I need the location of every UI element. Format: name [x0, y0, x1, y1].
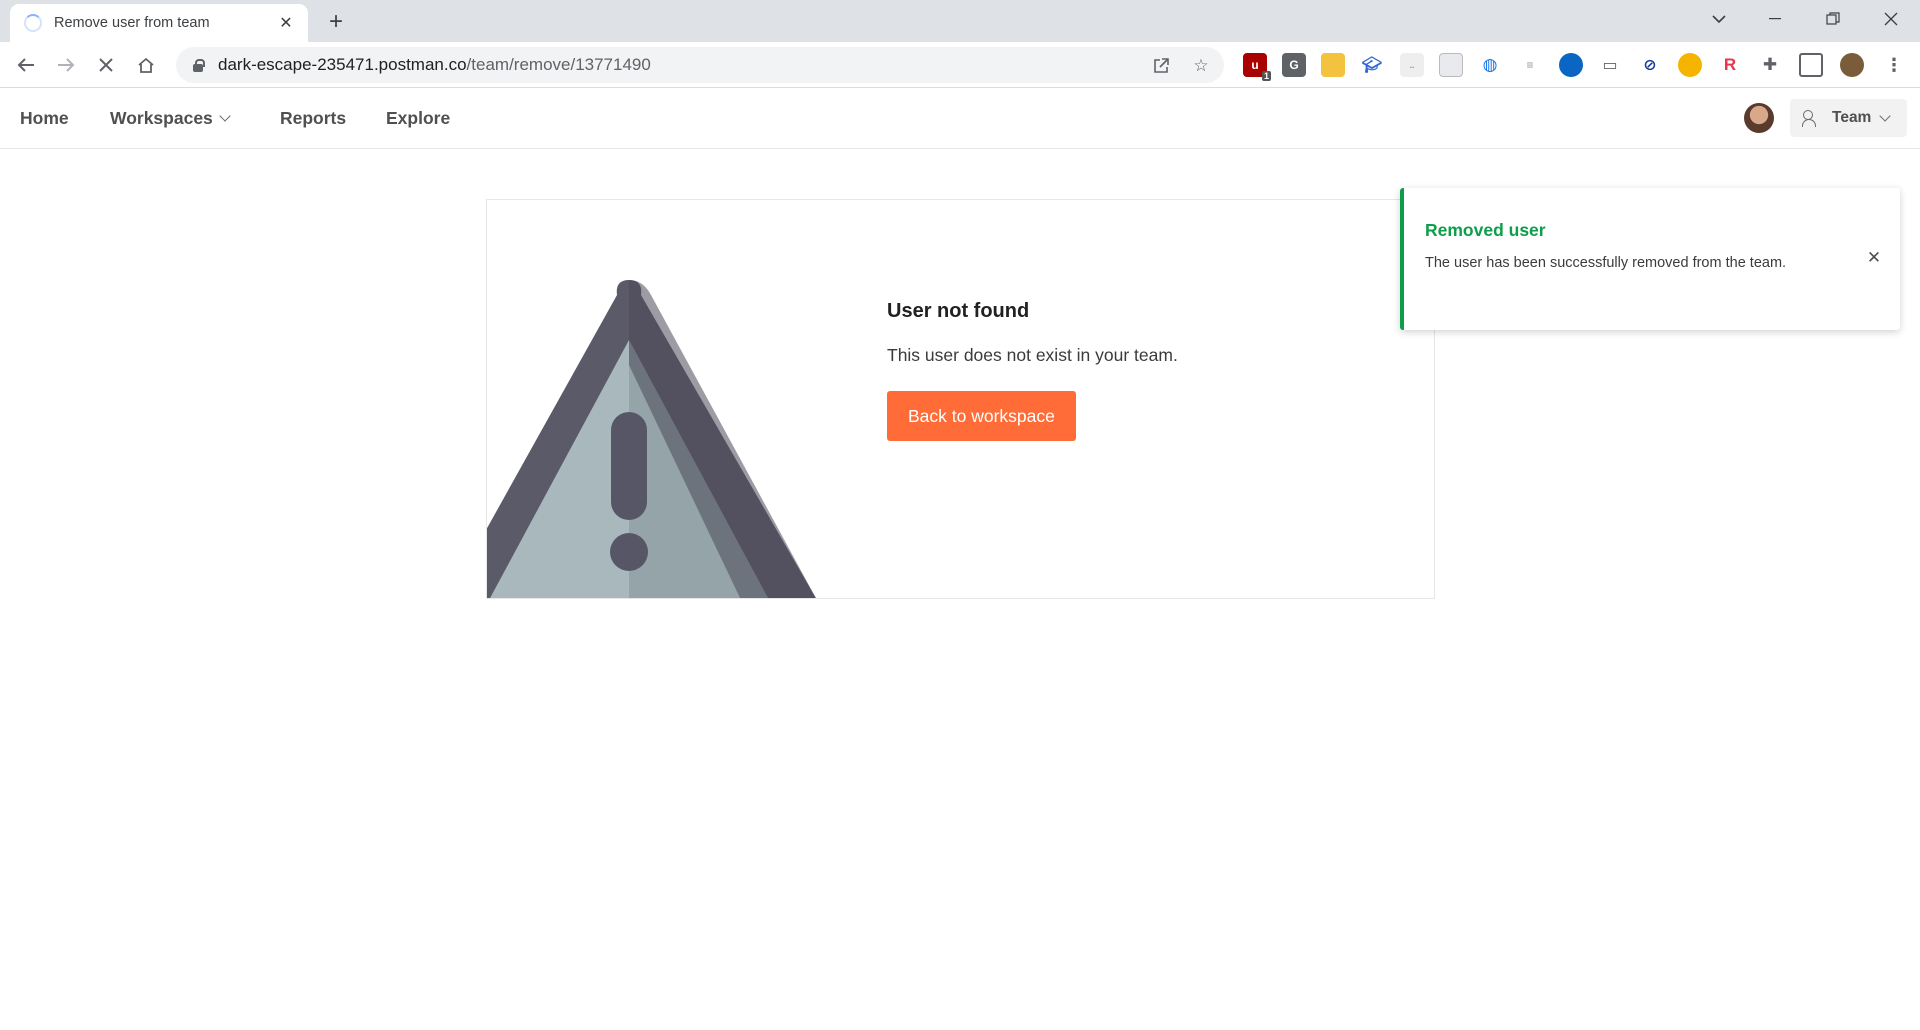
close-icon[interactable]: ✕ — [1864, 248, 1884, 268]
toast-message: The user has been successfully removed f… — [1425, 255, 1787, 271]
grammarly-icon[interactable]: G — [1282, 53, 1306, 77]
new-tab-button[interactable]: + — [322, 8, 350, 36]
tab-close-icon[interactable]: ✕ — [276, 13, 296, 33]
ublock-icon[interactable]: u1 — [1243, 53, 1271, 81]
kebab-menu-icon[interactable]: ⋮ — [1882, 53, 1906, 77]
app-header: Home Workspaces Reports Explore Team — [0, 88, 1920, 149]
nav-reports[interactable]: Reports — [280, 108, 346, 129]
warning-triangle-icon — [487, 280, 816, 598]
nav-explore[interactable]: Explore — [386, 108, 450, 129]
list-icon[interactable]: ≡ — [1518, 53, 1542, 77]
onedrive-icon[interactable] — [1559, 53, 1583, 77]
chevron-down-icon — [1879, 109, 1892, 122]
restore-button[interactable] — [1810, 0, 1856, 38]
search-extension-icon[interactable] — [1321, 53, 1345, 77]
team-label: Team — [1832, 109, 1872, 126]
stop-loading-icon[interactable] — [90, 49, 122, 81]
laptop-icon[interactable]: ▭ — [1598, 53, 1622, 77]
nav-workspaces-label: Workspaces — [110, 108, 213, 128]
r-icon[interactable]: R — [1718, 53, 1742, 77]
error-card: User not found This user does not exist … — [486, 199, 1435, 599]
error-message: This user does not exist in your team. — [887, 345, 1178, 365]
close-window-button[interactable] — [1868, 0, 1914, 38]
forward-arrow-icon[interactable] — [50, 49, 82, 81]
home-icon[interactable] — [130, 49, 162, 81]
lock-icon[interactable] — [192, 58, 205, 72]
browser-tab[interactable]: Remove user from team ✕ — [10, 4, 308, 42]
back-to-workspace-button[interactable]: Back to workspace — [887, 391, 1076, 441]
nav-home[interactable]: Home — [20, 108, 69, 129]
profile-icon[interactable] — [1840, 53, 1864, 77]
url-text: dark-escape-235471.postman.co/team/remov… — [218, 55, 651, 74]
bookmark-star-icon[interactable]: ☆ — [1190, 55, 1212, 77]
browser-tab-strip: Remove user from team ✕ + — [0, 0, 1920, 42]
browser-toolbar: dark-escape-235471.postman.co/team/remov… — [0, 42, 1920, 88]
puzzle-icon[interactable]: ✚ — [1758, 53, 1782, 77]
error-content: User not found This user does not exist … — [887, 300, 1178, 441]
chevron-down-icon — [219, 110, 231, 122]
globe-icon[interactable]: ◍ — [1478, 53, 1502, 77]
nav-workspaces[interactable]: Workspaces — [110, 108, 231, 129]
avatar[interactable] — [1744, 103, 1774, 133]
sidepanel-icon[interactable] — [1799, 53, 1823, 77]
ext-icon[interactable]: .. — [1400, 53, 1424, 77]
error-title: User not found — [887, 300, 1030, 322]
ublock-badge: 1 — [1261, 71, 1271, 81]
team-icon — [1802, 110, 1822, 127]
back-arrow-icon[interactable] — [10, 49, 42, 81]
toast-title: Removed user — [1425, 220, 1546, 240]
success-toast: Removed user The user has been successfu… — [1400, 188, 1900, 330]
sheet-icon[interactable] — [1439, 53, 1463, 77]
graduation-cap-icon[interactable]: 🎓︎ — [1360, 53, 1384, 77]
address-bar[interactable]: dark-escape-235471.postman.co/team/remov… — [176, 47, 1224, 83]
share-icon[interactable] — [1150, 55, 1172, 77]
loading-spinner-icon — [24, 14, 42, 32]
team-button[interactable]: Team — [1790, 99, 1907, 137]
speed-icon[interactable] — [1678, 53, 1702, 77]
minimize-button[interactable] — [1752, 0, 1798, 38]
tab-search-icon[interactable] — [1696, 0, 1742, 38]
compass-icon[interactable]: ⊘ — [1638, 53, 1662, 77]
tab-title: Remove user from team — [54, 15, 210, 31]
